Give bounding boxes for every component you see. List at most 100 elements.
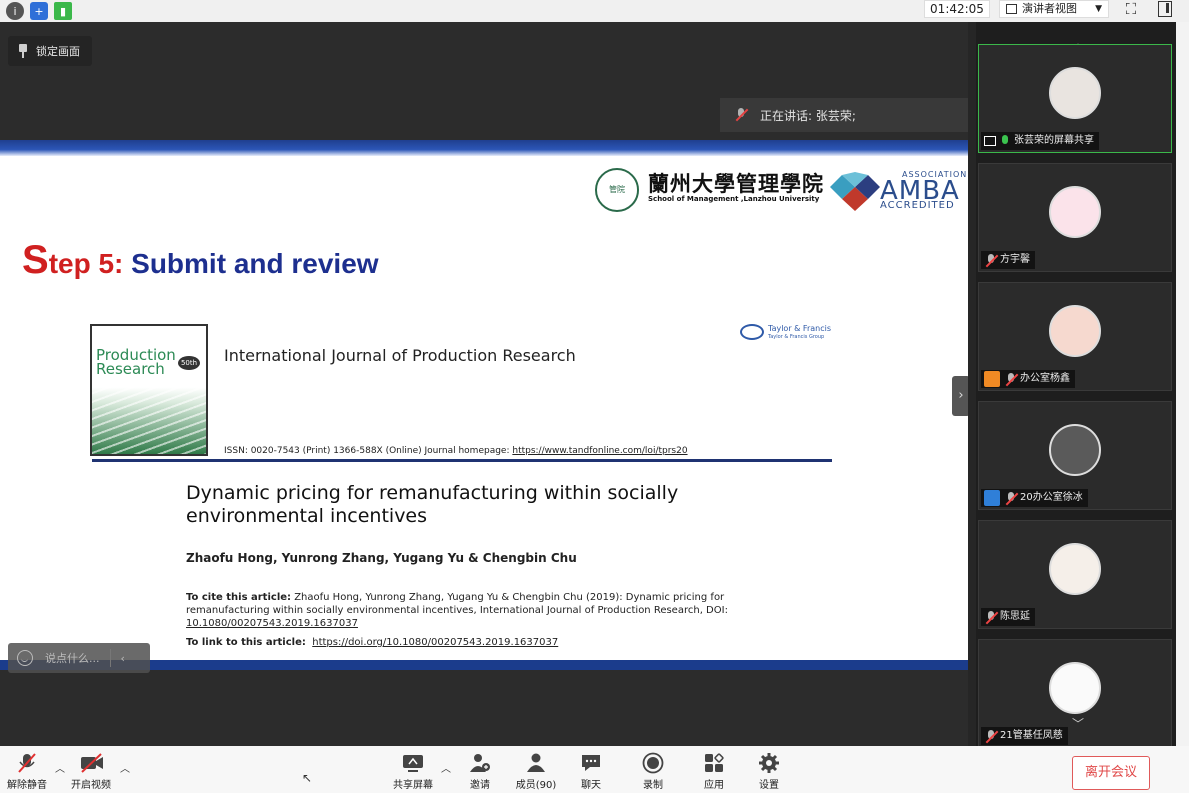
invite-button[interactable]: 邀请: [462, 752, 498, 791]
apps-icon: [703, 752, 725, 774]
amba-logo-icon: [830, 172, 880, 211]
person-icon: [984, 490, 1000, 506]
screen-share-icon: [984, 136, 996, 146]
view-mode-label: 演讲者视图: [1022, 2, 1077, 15]
journal-homepage-link: https://www.tandfonline.com/loi/tprs20: [512, 446, 688, 456]
citation-doi: 10.1080/00207543.2019.1637037: [186, 618, 358, 629]
participant-tile[interactable]: 陈思延: [978, 520, 1172, 629]
publisher-logo-icon: [740, 324, 764, 340]
article-title: Dynamic pricing for remanufacturing with…: [186, 482, 679, 527]
university-name: 蘭州大學管理學院: [648, 171, 824, 196]
university-seal-logo: 管院: [595, 168, 639, 212]
speaking-indicator: 正在讲话: 张芸荣;: [720, 98, 968, 132]
gallery-scrollbar[interactable]: [1176, 22, 1189, 746]
lock-screen-button[interactable]: 锁定画面: [8, 36, 92, 66]
record-button[interactable]: 录制: [636, 752, 670, 791]
journal-title: International Journal of Production Rese…: [224, 346, 576, 365]
bottom-toolbar: 解除静音 ︿ 开启视频 ︿ 共享屏幕 ︿ 邀请 成员(90) 聊天 录制 应用 …: [0, 746, 1189, 793]
participant-label: 方宇馨: [981, 251, 1035, 269]
publisher-group: Taylor & Francis Group: [768, 334, 825, 340]
cover-badge: 50th: [178, 356, 200, 370]
mic-off-icon: [984, 254, 996, 266]
journal-cover-image: Production Research 50th: [90, 324, 208, 456]
shared-screen-area: 锁定画面 正在讲话: 张芸荣; 管院 蘭州大學管理學院 School of Ma…: [0, 22, 970, 746]
avatar: [1049, 186, 1101, 238]
shield-icon[interactable]: +: [30, 2, 48, 20]
citation-block: To cite this article: Zhaofu Hong, Yunro…: [186, 592, 728, 629]
participant-label: 张芸荣的屏幕共享: [981, 132, 1099, 150]
university-subtitle: School of Management ,Lanzhou University: [648, 195, 820, 203]
avatar: [1049, 543, 1101, 595]
unmute-button[interactable]: 解除静音: [4, 752, 50, 791]
participant-tile[interactable]: 办公室杨鑫: [978, 282, 1172, 391]
participant-tile[interactable]: 20办公室徐冰: [978, 401, 1172, 510]
view-icon: [1006, 4, 1017, 14]
view-mode-select[interactable]: 演讲者视图 ▼: [999, 0, 1109, 18]
chat-quick-input[interactable]: 说点什么... ‹: [8, 643, 150, 673]
presentation-slide: 管院 蘭州大學管理學院 School of Management ,Lanzho…: [0, 140, 968, 670]
info-icon[interactable]: i: [6, 2, 24, 20]
slide-heading: Step 5: Submit and review: [22, 238, 379, 282]
lock-screen-label: 锁定画面: [36, 45, 80, 58]
chevron-down-icon: ▼: [1095, 4, 1102, 14]
article-link-line: To link to this article: https://doi.org…: [186, 637, 559, 648]
mic-off-icon: [734, 108, 748, 122]
avatar: [1049, 662, 1101, 714]
signal-icon[interactable]: ▮: [54, 2, 72, 20]
publisher-name: Taylor & Francis: [768, 324, 831, 333]
meeting-app: i + ▮ 01:42:05 演讲者视图 ▼ ⛶ 锁定画面 正在讲话: 张芸荣;…: [0, 0, 1189, 793]
video-options-caret[interactable]: ︿: [120, 760, 130, 775]
emoji-icon[interactable]: [17, 650, 33, 666]
gallery-grip: [968, 22, 976, 746]
apps-button[interactable]: 应用: [697, 752, 731, 791]
chevron-down-icon[interactable]: ﹀: [1072, 715, 1084, 732]
participant-label: 办公室杨鑫: [981, 370, 1075, 388]
camera-off-icon: [80, 752, 103, 774]
share-options-caret[interactable]: ︿: [441, 760, 451, 775]
participant-tile[interactable]: 张芸荣的屏幕共享: [978, 44, 1172, 153]
issn-line: ISSN: 0020-7543 (Print) 1366-588X (Onlin…: [224, 446, 688, 456]
participant-label: 20办公室徐冰: [981, 489, 1088, 507]
meeting-timer: 01:42:05: [924, 0, 990, 18]
article-authors: Zhaofu Hong, Yunrong Zhang, Yugang Yu & …: [186, 551, 577, 565]
mic-off-icon: [984, 611, 996, 623]
pin-icon: [18, 44, 28, 58]
chat-placeholder: 说点什么...: [45, 652, 100, 665]
members-button[interactable]: 成员(90): [511, 752, 561, 791]
add-user-icon: [469, 752, 491, 774]
participant-label: 陈思延: [981, 608, 1035, 626]
settings-button[interactable]: 设置: [752, 752, 786, 791]
avatar: [1049, 67, 1101, 119]
leave-meeting-button[interactable]: 离开会议: [1072, 756, 1150, 790]
speaking-label: 正在讲话: 张芸荣;: [760, 108, 856, 123]
divider: [109, 649, 111, 667]
chat-icon: [580, 752, 602, 774]
header-rule: [92, 459, 832, 462]
sidebar-toggle-icon[interactable]: [1158, 1, 1172, 17]
gear-icon: [758, 752, 780, 774]
slide-top-band: [0, 140, 968, 156]
mic-off-icon: [1004, 492, 1016, 504]
article-link: https://doi.org/10.1080/00207543.2019.16…: [312, 637, 559, 648]
top-bar: i + ▮ 01:42:05 演讲者视图 ▼ ⛶: [0, 0, 1189, 22]
mic-off-icon: [16, 752, 38, 774]
chevron-left-icon[interactable]: ‹: [121, 652, 125, 665]
mouse-cursor-icon: ↖: [302, 771, 313, 785]
record-icon: [642, 752, 664, 774]
cover-pattern: [92, 386, 206, 454]
start-video-button[interactable]: 开启视频: [68, 752, 114, 791]
users-icon: [525, 752, 547, 774]
share-screen-icon: [402, 752, 424, 774]
fullscreen-icon[interactable]: ⛶: [1122, 1, 1140, 17]
chat-button[interactable]: 聊天: [574, 752, 608, 791]
mic-off-icon: [1004, 373, 1016, 385]
participant-tile[interactable]: 方宇馨: [978, 163, 1172, 272]
audio-options-caret[interactable]: ︿: [55, 760, 65, 775]
avatar: [1049, 305, 1101, 357]
mic-off-icon: [984, 730, 996, 742]
mic-on-icon: [1000, 134, 1010, 148]
person-icon: [984, 371, 1000, 387]
share-screen-button[interactable]: 共享屏幕: [390, 752, 436, 791]
participant-gallery: ︿ 张芸荣的屏幕共享 方宇馨 办公室杨鑫 20办公室徐冰 陈思延 21管基任凤慈…: [968, 22, 1189, 748]
participant-label: 21管基任凤慈: [981, 727, 1068, 745]
